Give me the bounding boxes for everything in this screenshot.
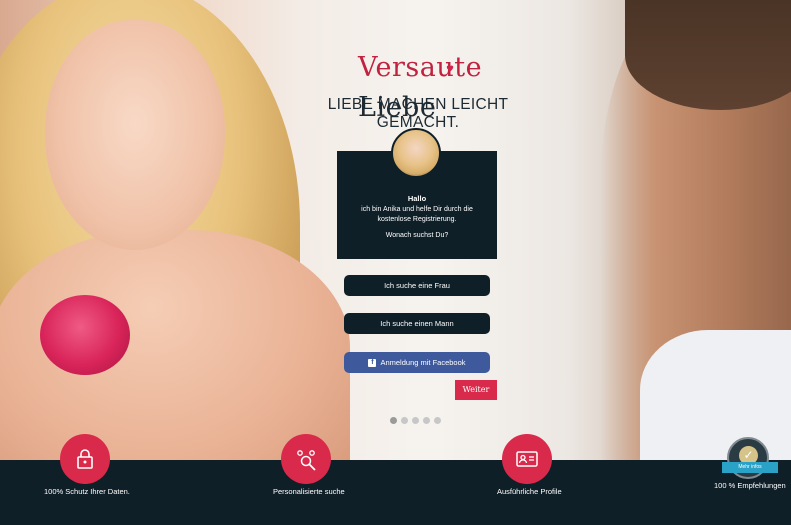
chat-question: Wonach suchst Du? (385, 232, 449, 239)
feature-privacy-label: 100% Schutz Ihrer Daten. (44, 487, 130, 496)
profile-card-icon (502, 434, 552, 484)
heart-icon: ♥ (446, 65, 455, 75)
seal-label: 100 % Empfehlungen (714, 481, 786, 490)
lock-icon (60, 434, 110, 484)
woman-face-image (45, 20, 225, 250)
tagline: LIEBE MACHEN LEICHT GEMACHT. (327, 96, 509, 131)
features-footer: 100% Schutz Ihrer Daten. Personalisierte… (0, 434, 791, 525)
progress-dots (390, 411, 445, 424)
facebook-login-button[interactable]: f Anmeldung mit Facebook (344, 352, 490, 373)
progress-dot (423, 417, 430, 424)
next-button[interactable]: Weiter (455, 380, 497, 400)
facebook-icon: f (368, 359, 377, 368)
facebook-login-label: Anmeldung mit Facebook (380, 358, 466, 367)
search-people-icon (281, 434, 331, 484)
progress-dot (390, 417, 397, 424)
site-logo[interactable]: Versaute Liebe ♥ (358, 48, 482, 123)
progress-dot (401, 417, 408, 424)
chat-message: ich bin Anika und helfe Dir durch die ko… (361, 206, 473, 223)
rose-image (40, 295, 130, 375)
logo-word-1: Versaute (358, 52, 483, 83)
search-woman-button[interactable]: Ich suche eine Frau (344, 275, 490, 296)
assistant-avatar (391, 128, 441, 178)
progress-dot (412, 417, 419, 424)
search-man-button[interactable]: Ich suche einen Mann (344, 313, 490, 334)
feature-search-label: Personalisierte suche (273, 487, 345, 496)
seal-ribbon: Mehr infos (722, 462, 778, 473)
progress-dot (434, 417, 441, 424)
feature-profiles-label: Ausführliche Profile (497, 487, 562, 496)
chat-greeting: Hallo (407, 194, 427, 203)
trust-seal[interactable]: ✓ Mehr infos (722, 437, 778, 479)
